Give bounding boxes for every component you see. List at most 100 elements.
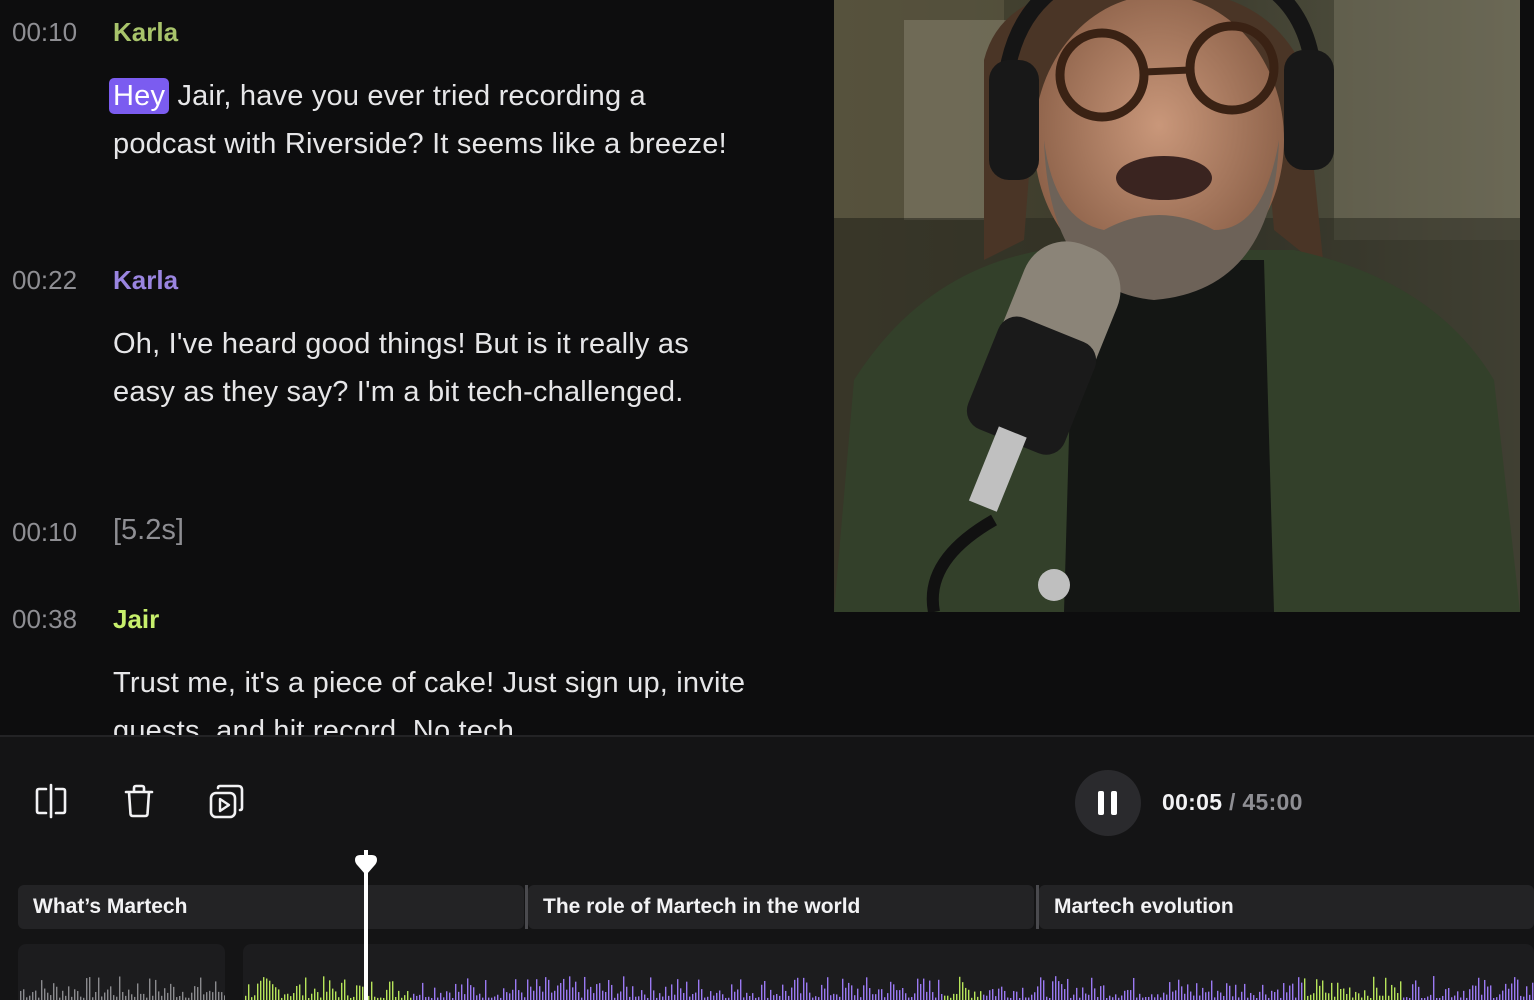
waveform-bar bbox=[941, 994, 943, 1000]
waveform-bar bbox=[683, 993, 685, 1000]
speaker-name: Karla bbox=[113, 265, 179, 295]
chapter-title: The role of Martech in the world bbox=[543, 895, 861, 918]
waveform-bar bbox=[1037, 986, 1039, 1000]
waveform-bar bbox=[1472, 985, 1474, 1000]
waveform-bar bbox=[413, 993, 415, 1000]
waveform-bar bbox=[740, 979, 742, 1000]
chapter-segment[interactable]: What’s Martech bbox=[18, 885, 524, 929]
waveform-bar bbox=[485, 980, 487, 1000]
waveform-bar bbox=[1124, 990, 1126, 1000]
waveform-bar bbox=[1442, 995, 1444, 1000]
waveform-bar bbox=[254, 995, 256, 1000]
waveform-bar bbox=[932, 992, 934, 1000]
entry-timestamp[interactable]: 00:22 bbox=[12, 265, 77, 296]
utterance-text[interactable]: Trust me, it's a piece of cake! Just sig… bbox=[113, 659, 753, 735]
waveform-bar bbox=[1415, 980, 1417, 1000]
waveform-bar bbox=[1205, 992, 1207, 1000]
waveform-bar bbox=[698, 979, 700, 1000]
waveform-bar bbox=[368, 995, 370, 1000]
trash-icon bbox=[124, 784, 154, 818]
waveform-bar bbox=[1241, 991, 1243, 1000]
waveform-bar bbox=[449, 992, 451, 1000]
waveform-bar bbox=[1250, 992, 1252, 1000]
waveform-bar bbox=[662, 996, 664, 1000]
waveform-bar bbox=[248, 984, 250, 1000]
entry-timestamp[interactable]: 00:10 bbox=[12, 17, 77, 48]
waveform-bar bbox=[197, 987, 199, 1000]
waveform-bar bbox=[803, 977, 805, 1000]
pause-button[interactable] bbox=[1075, 770, 1141, 836]
highlighted-word[interactable]: Hey bbox=[109, 78, 170, 114]
waveform-bar bbox=[1520, 995, 1522, 1000]
waveform-bar bbox=[1013, 991, 1015, 1000]
waveform-bar bbox=[389, 981, 391, 1000]
waveform-clip[interactable] bbox=[18, 944, 225, 1000]
waveform-bar bbox=[785, 990, 787, 1000]
chapter-segment[interactable]: The role of Martech in the world bbox=[528, 885, 1034, 929]
waveform-bar bbox=[596, 984, 598, 1000]
waveform-bar bbox=[1004, 990, 1006, 1000]
utterance-text[interactable]: Oh, I've heard good things! But is it re… bbox=[113, 320, 733, 416]
waveform-bar bbox=[1313, 993, 1315, 1000]
waveform-bar bbox=[638, 996, 640, 1000]
waveform-bar bbox=[1289, 985, 1291, 1000]
entry-timestamp[interactable]: 00:38 bbox=[12, 604, 77, 635]
chapter-segment[interactable]: Martech evolution bbox=[1039, 885, 1534, 929]
waveform-bar bbox=[56, 986, 58, 1000]
delete-button[interactable] bbox=[119, 781, 159, 821]
waveform-bar bbox=[422, 982, 424, 1000]
waveform-bar bbox=[272, 984, 274, 1000]
waveform-bar bbox=[1316, 979, 1318, 1000]
waveform-bar bbox=[1526, 986, 1528, 1000]
waveform-bar bbox=[80, 996, 82, 1000]
waveform-bar bbox=[269, 980, 271, 1000]
transcript-panel[interactable]: 00:10 Karla Hey Jair, have you ever trie… bbox=[0, 0, 834, 735]
waveform-bar bbox=[1454, 995, 1456, 1000]
waveform-bar bbox=[602, 990, 604, 1000]
silence-marker[interactable]: [5.2s] bbox=[113, 514, 184, 547]
utterance-body[interactable]: Jair, have you ever tried recording a po… bbox=[113, 80, 727, 160]
waveform-bar bbox=[1385, 977, 1387, 1000]
waveform-bar bbox=[299, 984, 301, 1000]
waveform-bar bbox=[1388, 995, 1390, 1000]
waveform-bar bbox=[1055, 976, 1057, 1000]
waveform-bar bbox=[632, 986, 634, 1000]
waveform-bar bbox=[623, 976, 625, 1000]
waveform-bar bbox=[101, 996, 103, 1000]
waveform-bar bbox=[1274, 992, 1276, 1000]
waveform-bar bbox=[554, 990, 556, 1000]
waveform-bar bbox=[1328, 993, 1330, 1000]
waveform-bar bbox=[800, 993, 802, 1000]
waveform-bar bbox=[1181, 986, 1183, 1000]
waveform-bar bbox=[776, 993, 778, 1000]
split-button[interactable] bbox=[31, 781, 71, 821]
utterance-text[interactable]: Hey Jair, have you ever tried recording … bbox=[109, 72, 733, 168]
waveform-bar bbox=[305, 977, 307, 1000]
waveform-bar bbox=[1358, 993, 1360, 1000]
waveform-bar bbox=[329, 980, 331, 1000]
waveform-bar bbox=[161, 995, 163, 1000]
waveform-bar bbox=[905, 993, 907, 1000]
waveform-bar bbox=[851, 985, 853, 1000]
waveform-clip[interactable] bbox=[243, 944, 1534, 1000]
clips-button[interactable] bbox=[207, 781, 247, 821]
waveform-bar bbox=[1517, 979, 1519, 1000]
waveform-bar bbox=[356, 985, 358, 1000]
waveform-bar bbox=[1202, 987, 1204, 1000]
waveform-bar bbox=[65, 995, 67, 1000]
waveform-bar bbox=[98, 977, 100, 1000]
waveform-bar bbox=[914, 993, 916, 1000]
waveform-bar bbox=[1169, 982, 1171, 1000]
video-preview[interactable] bbox=[834, 0, 1520, 612]
waveform-bar bbox=[311, 993, 313, 1000]
waveform-bar bbox=[1022, 987, 1024, 1000]
waveform-bar bbox=[944, 995, 946, 1000]
waveform-bar bbox=[1259, 991, 1261, 1000]
waveform-bar bbox=[1418, 986, 1420, 1000]
playhead-handle[interactable] bbox=[353, 854, 379, 876]
entry-timestamp[interactable]: 00:10 bbox=[12, 517, 77, 548]
waveform-bar bbox=[710, 991, 712, 1000]
waveform-bar bbox=[194, 986, 196, 1000]
waveform-bar bbox=[830, 995, 832, 1000]
waveform-bar bbox=[125, 995, 127, 1000]
